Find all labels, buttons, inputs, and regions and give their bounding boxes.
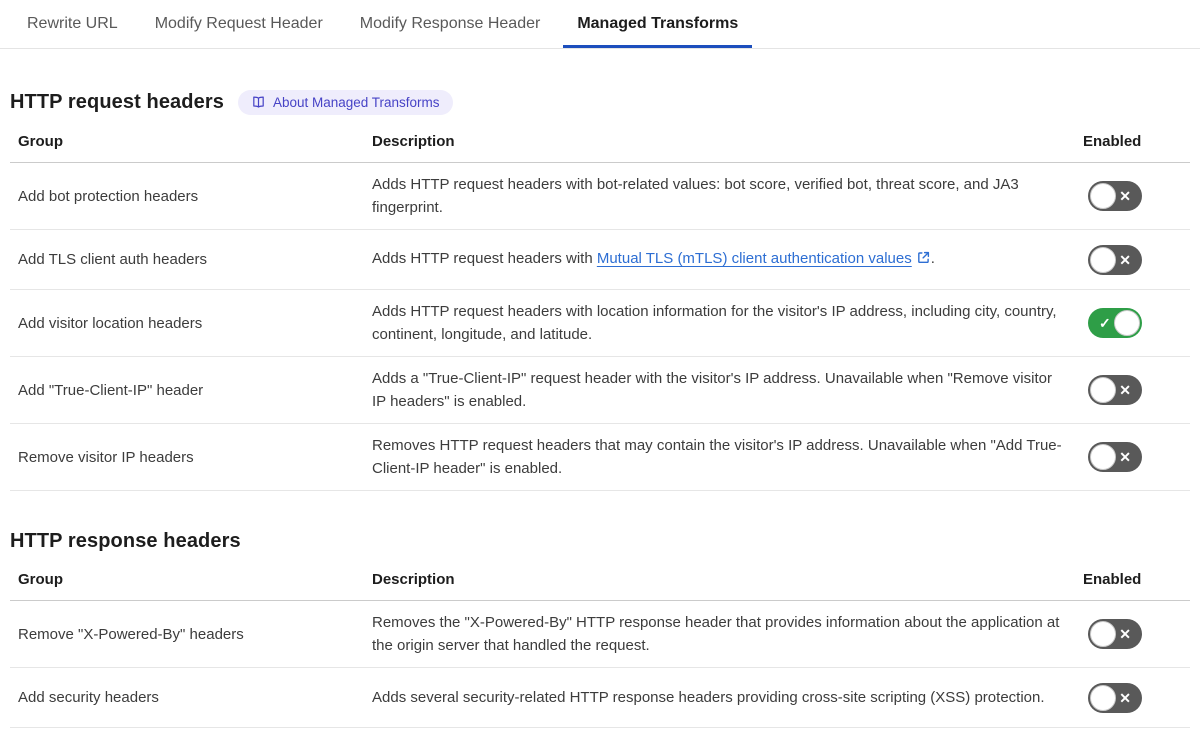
table-row: Add bot protection headers Adds HTTP req… [10,162,1190,230]
about-managed-transforms-label: About Managed Transforms [272,94,440,110]
toggle-state-icon: ✕ [1119,689,1131,706]
group-column-header: Group [10,564,364,601]
group-cell: Add TLS client auth headers [10,229,364,290]
table-row: Remove visitor IP headers Removes HTTP r… [10,423,1190,491]
toggle-state-icon: ✕ [1119,188,1131,204]
request-headers-tbody: Add bot protection headers Adds HTTP req… [10,162,1190,491]
table-row: Add "True-Client-IP" header Adds a "True… [10,356,1190,424]
enabled-cell: ✕ [1075,229,1190,290]
group-cell-text: Add security headers [18,689,159,706]
toggle-knob [1090,183,1116,209]
table-row: Remove "X-Powered-By" headers Removes th… [10,600,1190,668]
group-cell: Remove "X-Powered-By" headers [10,600,364,668]
response-headers-tbody: Remove "X-Powered-By" headers Removes th… [10,600,1190,728]
external-link-icon [916,249,931,272]
tab-modify-response-header[interactable]: Modify Response Header [346,0,555,48]
enabled-toggle[interactable]: ✕ [1088,442,1142,472]
table-row: Add visitor location headers Adds HTTP r… [10,289,1190,357]
enabled-column-header: Enabled [1075,126,1190,163]
table-header-row: Group Description Enabled [10,126,1190,163]
description-cell: Adds HTTP request headers with location … [364,289,1075,357]
toggle-state-icon: ✕ [1119,382,1131,398]
toggle-knob [1114,310,1140,336]
request-headers-table: Group Description Enabled Add bot protec… [10,126,1190,491]
tab-rewrite-url[interactable]: Rewrite URL [13,0,132,48]
toggle-knob [1090,246,1116,273]
response-headers-title: HTTP response headers [10,530,241,552]
enabled-cell: ✕ [1075,162,1190,230]
description-link[interactable]: Mutual TLS (mTLS) client authentication … [597,250,912,267]
enabled-toggle[interactable]: ✕ [1088,375,1142,405]
description-cell: Adds HTTP request headers with Mutual TL… [364,229,1075,290]
toggle-state-icon: ✓ [1099,315,1111,331]
toggle-state-icon: ✕ [1119,251,1131,268]
enabled-toggle[interactable]: ✕ [1088,181,1142,211]
enabled-toggle[interactable]: ✕ [1088,619,1142,649]
enabled-toggle[interactable]: ✕ [1088,244,1142,275]
table-row: Add TLS client auth headers Adds HTTP re… [10,229,1190,290]
group-column-header: Group [10,126,364,163]
managed-transforms-panel: HTTP request headers About Managed Trans… [0,90,1200,728]
enabled-cell: ✕ [1075,356,1190,424]
group-cell: Add bot protection headers [10,162,364,230]
toggle-state-icon: ✕ [1119,626,1131,642]
enabled-toggle[interactable]: ✓ [1088,308,1142,338]
group-cell: Remove visitor IP headers [10,423,364,491]
enabled-cell: ✕ [1075,667,1190,728]
response-headers-table: Group Description Enabled Remove "X-Powe… [10,564,1190,728]
request-headers-title: HTTP request headers [10,91,224,113]
toggle-knob [1090,684,1116,711]
enabled-cell: ✕ [1075,423,1190,491]
group-cell: Add "True-Client-IP" header [10,356,364,424]
group-cell-text: Add TLS client auth headers [18,251,208,268]
description-column-header: Description [364,126,1075,163]
table-row: Add security headers Adds several securi… [10,667,1190,728]
tab-modify-request-header[interactable]: Modify Request Header [141,0,337,48]
enabled-cell: ✓ [1075,289,1190,357]
table-header-row: Group Description Enabled [10,564,1190,601]
description-cell: Adds several security-related HTTP respo… [364,667,1075,728]
toggle-knob [1090,444,1116,470]
group-cell-text: Add visitor location headers [18,314,203,332]
tab-bar: Rewrite URL Modify Request Header Modify… [0,0,1200,49]
description-column-header: Description [364,564,1075,601]
open-book-icon [251,95,266,110]
tab-managed-transforms[interactable]: Managed Transforms [563,0,753,48]
group-cell-text: Add "True-Client-IP" header [18,381,204,399]
enabled-cell: ✕ [1075,600,1190,668]
enabled-column-header: Enabled [1075,564,1190,601]
group-cell-text: Remove visitor IP headers [18,448,194,466]
group-cell: Add visitor location headers [10,289,364,357]
group-cell-text: Add bot protection headers [18,187,199,205]
toggle-knob [1090,621,1116,647]
description-cell: Adds a "True-Client-IP" request header w… [364,356,1075,424]
description-cell: Removes the "X-Powered-By" HTTP response… [364,600,1075,668]
description-cell: Adds HTTP request headers with bot-relat… [364,162,1075,230]
group-cell: Add security headers [10,667,364,728]
enabled-toggle[interactable]: ✕ [1088,682,1142,713]
description-cell: Removes HTTP request headers that may co… [364,423,1075,491]
toggle-knob [1090,377,1116,403]
about-managed-transforms-button[interactable]: About Managed Transforms [237,90,453,115]
toggle-state-icon: ✕ [1119,449,1131,465]
group-cell-text: Remove "X-Powered-By" headers [18,625,244,643]
